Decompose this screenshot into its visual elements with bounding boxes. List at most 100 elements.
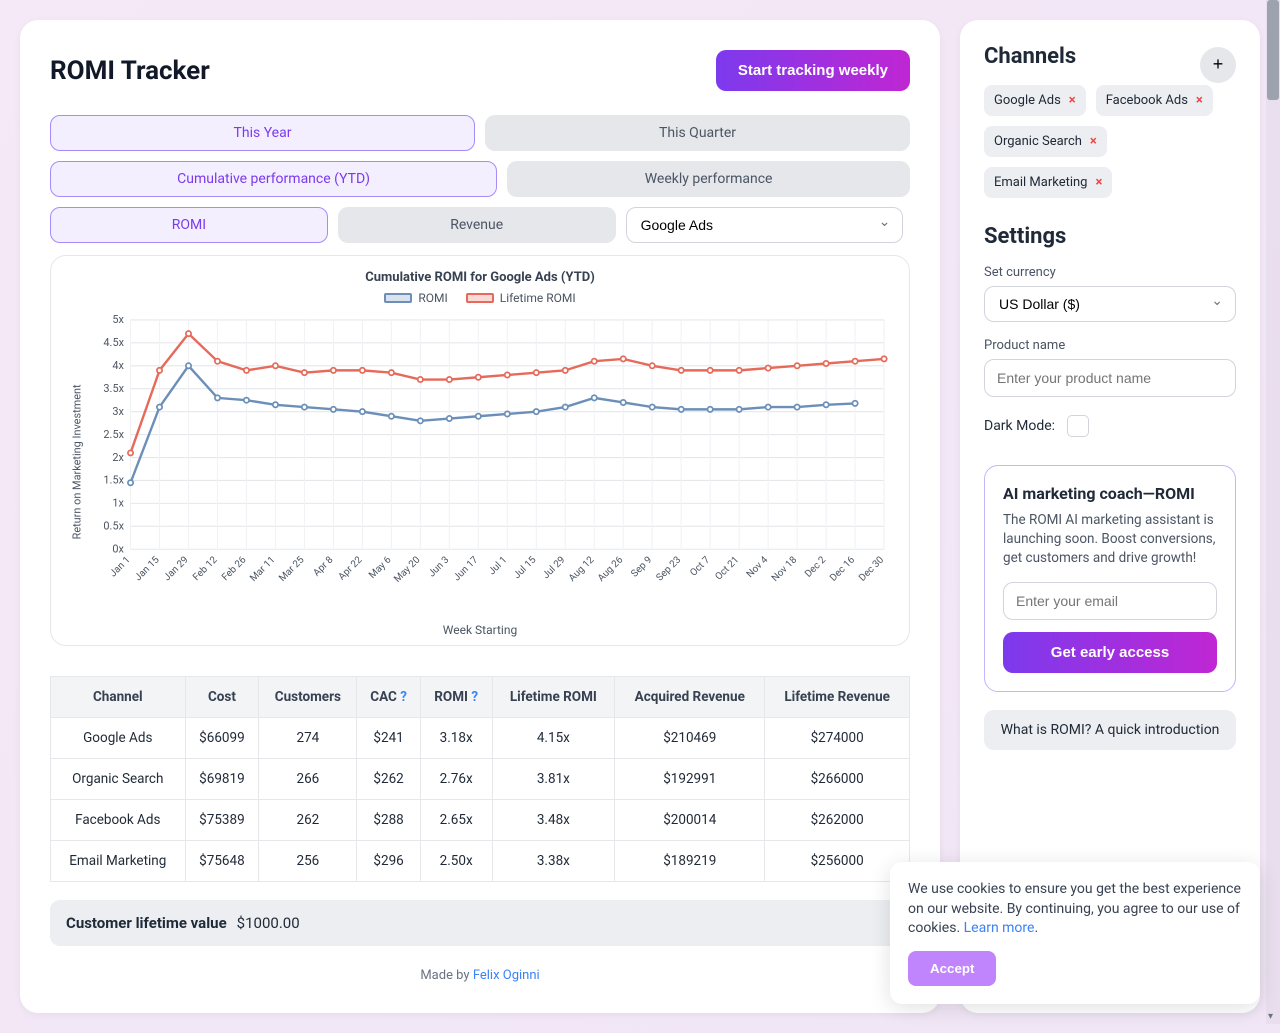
svg-text:Jan 29: Jan 29: [162, 555, 191, 584]
romi-chart: 0x0.5x1x1.5x2x2.5x3x3.5x4x4.5x5x Jan 1Ja…: [65, 309, 895, 615]
currency-label: Set currency: [984, 265, 1236, 280]
col-c4: ROMI ?: [420, 676, 492, 717]
svg-text:Dec 30: Dec 30: [857, 555, 886, 584]
settings-heading: Settings: [984, 224, 1236, 249]
svg-text:Mar 11: Mar 11: [248, 555, 277, 584]
tab-revenue[interactable]: Revenue: [338, 207, 616, 243]
help-icon[interactable]: ?: [400, 689, 407, 705]
tab-weekly-perf[interactable]: Weekly performance: [507, 161, 910, 197]
svg-text:0.5x: 0.5x: [103, 520, 124, 533]
svg-text:2.5x: 2.5x: [103, 428, 124, 441]
svg-text:Jun 17: Jun 17: [452, 554, 481, 583]
chart-title: Cumulative ROMI for Google Ads (YTD): [65, 270, 895, 285]
dark-mode-label: Dark Mode:: [984, 418, 1055, 434]
add-channel-button[interactable]: +: [1200, 47, 1236, 83]
legend-romi[interactable]: ROMI: [384, 291, 447, 305]
svg-text:Apr 8: Apr 8: [311, 555, 335, 579]
coach-email-input[interactable]: [1003, 582, 1217, 620]
clv-value: $1000.00: [237, 914, 300, 932]
table-row: Google Ads$66099274$2413.18x4.15x$210469…: [51, 717, 910, 758]
scrollbar-thumb[interactable]: [1267, 0, 1279, 100]
svg-text:Feb 12: Feb 12: [191, 554, 220, 583]
chart-xlabel: Week Starting: [65, 623, 895, 637]
svg-text:Aug 12: Aug 12: [567, 554, 597, 584]
col-c7: Lifetime Revenue: [765, 676, 910, 717]
svg-text:Jan 1: Jan 1: [108, 555, 133, 580]
channel-select[interactable]: Google Ads: [627, 208, 903, 242]
svg-text:Dec 2: Dec 2: [803, 554, 829, 580]
start-tracking-button[interactable]: Start tracking weekly: [716, 50, 910, 91]
early-access-button[interactable]: Get early access: [1003, 632, 1217, 673]
footer: Made by Felix Oginni: [50, 968, 910, 983]
col-c1: Cost: [185, 676, 259, 717]
table-row: Email Marketing$75648256$2962.50x3.38x$1…: [51, 840, 910, 881]
svg-text:Oct 21: Oct 21: [713, 555, 741, 583]
channel-chip[interactable]: Facebook Ads×: [1096, 85, 1213, 116]
legend-lifetime-romi[interactable]: Lifetime ROMI: [466, 291, 576, 305]
currency-select[interactable]: US Dollar ($): [985, 287, 1235, 321]
col-c2: Customers: [259, 676, 357, 717]
svg-text:Sep 9: Sep 9: [629, 555, 654, 580]
remove-chip-icon[interactable]: ×: [1095, 175, 1102, 190]
svg-text:3.5x: 3.5x: [103, 382, 124, 395]
svg-text:Jun 3: Jun 3: [427, 555, 452, 580]
svg-text:Apr 22: Apr 22: [336, 554, 364, 582]
coach-title: AI marketing coach—ROMI: [1003, 484, 1217, 503]
table-row: Facebook Ads$75389262$2882.65x3.48x$2000…: [51, 799, 910, 840]
svg-text:Oct 7: Oct 7: [688, 554, 712, 578]
svg-text:3x: 3x: [112, 405, 124, 418]
col-c5: Lifetime ROMI: [492, 676, 615, 717]
cookie-accept-button[interactable]: Accept: [908, 951, 996, 986]
tab-romi[interactable]: ROMI: [50, 207, 328, 243]
dark-mode-toggle[interactable]: [1067, 415, 1089, 437]
author-link[interactable]: Felix Oginni: [473, 968, 540, 983]
remove-chip-icon[interactable]: ×: [1090, 134, 1097, 149]
col-c6: Acquired Revenue: [615, 676, 765, 717]
svg-text:5x: 5x: [112, 313, 124, 326]
scrollbar[interactable]: [1266, 0, 1280, 1024]
svg-text:Feb 26: Feb 26: [220, 554, 249, 583]
clv-bar: Customer lifetime value $1000.00: [50, 900, 910, 946]
tab-cumulative-perf[interactable]: Cumulative performance (YTD): [50, 161, 497, 197]
channels-heading: Channels: [984, 44, 1076, 69]
svg-text:1x: 1x: [112, 497, 124, 510]
chart-card: Cumulative ROMI for Google Ads (YTD) ROM…: [50, 255, 910, 646]
svg-text:4x: 4x: [112, 359, 124, 372]
svg-text:Nov 4: Nov 4: [745, 554, 771, 580]
channel-select-wrap[interactable]: Google Ads: [626, 207, 904, 243]
svg-text:4.5x: 4.5x: [103, 336, 124, 349]
swatch-icon: [384, 293, 412, 303]
clv-label: Customer lifetime value: [66, 914, 227, 932]
cookie-text: We use cookies to ensure you get the bes…: [908, 881, 1241, 936]
col-c3: CAC ?: [357, 676, 420, 717]
svg-text:May 20: May 20: [392, 555, 422, 585]
channel-chip[interactable]: Google Ads×: [984, 85, 1086, 116]
product-name-input[interactable]: [984, 359, 1236, 397]
svg-text:Aug 26: Aug 26: [596, 554, 626, 584]
table-row: Organic Search$69819266$2622.76x3.81x$19…: [51, 758, 910, 799]
svg-text:Jul 15: Jul 15: [512, 554, 539, 581]
svg-text:0x: 0x: [112, 543, 124, 556]
tab-this-quarter[interactable]: This Quarter: [485, 115, 910, 151]
tab-this-year[interactable]: This Year: [50, 115, 475, 151]
channel-chip[interactable]: Organic Search×: [984, 126, 1107, 157]
svg-text:Jul 29: Jul 29: [541, 555, 568, 582]
svg-text:Mar 25: Mar 25: [277, 554, 307, 584]
channel-chip[interactable]: Email Marketing×: [984, 167, 1112, 198]
metrics-table: ChannelCostCustomersCAC ?ROMI ?Lifetime …: [50, 676, 910, 882]
page-title: ROMI Tracker: [50, 56, 210, 86]
swatch-icon: [466, 293, 494, 303]
ai-coach-card: AI marketing coach—ROMI The ROMI AI mark…: [984, 465, 1236, 692]
cookie-banner: We use cookies to ensure you get the bes…: [890, 862, 1260, 1004]
coach-desc: The ROMI AI marketing assistant is launc…: [1003, 511, 1217, 568]
svg-text:Sep 23: Sep 23: [654, 555, 683, 584]
cookie-learn-more-link[interactable]: Learn more: [964, 920, 1035, 936]
what-is-romi-link[interactable]: What is ROMI? A quick introduction: [984, 710, 1236, 750]
svg-text:Dec 16: Dec 16: [828, 554, 858, 584]
remove-chip-icon[interactable]: ×: [1069, 93, 1076, 108]
col-c0: Channel: [51, 676, 186, 717]
currency-select-wrap[interactable]: US Dollar ($): [984, 286, 1236, 322]
remove-chip-icon[interactable]: ×: [1196, 93, 1203, 108]
help-icon[interactable]: ?: [471, 689, 478, 705]
product-name-label: Product name: [984, 338, 1236, 353]
